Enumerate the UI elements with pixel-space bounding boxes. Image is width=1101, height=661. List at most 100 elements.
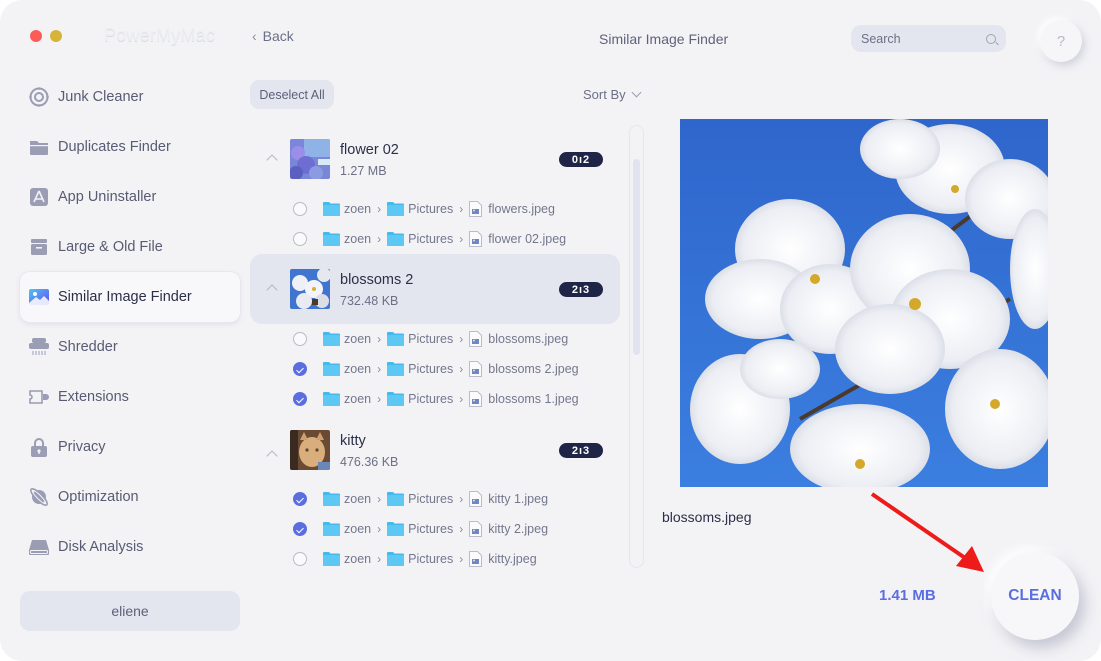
image-group[interactable]: flower 02 1.27 MB 0ı2 — [250, 124, 620, 194]
path-folder: zoen — [344, 362, 372, 376]
group-size: 476.36 KB — [340, 455, 399, 469]
file-row[interactable]: zoen › Pictures › blossoms 2.jpeg — [250, 354, 620, 384]
file-row[interactable]: zoen › Pictures › blossoms 1.jpeg — [250, 384, 620, 414]
path-folder: zoen — [344, 522, 372, 536]
folder-icon — [387, 492, 405, 506]
sidebar-item-extensions[interactable]: Extensions — [20, 372, 240, 422]
file-checkbox[interactable] — [293, 552, 307, 566]
path-folder: Pictures — [408, 232, 454, 246]
chevron-down-icon — [631, 87, 642, 98]
sidebar-item-label: Disk Analysis — [58, 539, 144, 555]
scrollbar-thumb[interactable] — [633, 159, 640, 355]
search-box[interactable] — [851, 25, 1006, 52]
group-size: 732.48 KB — [340, 294, 399, 308]
path-separator: › — [377, 362, 382, 376]
sidebar-item-privacy[interactable]: Privacy — [20, 422, 240, 472]
collapse-chevron-icon[interactable] — [266, 154, 278, 166]
group-size: 1.27 MB — [340, 164, 387, 178]
image-group[interactable]: kitty 476.36 KB 2ı3 — [250, 424, 620, 484]
path-separator: › — [459, 392, 464, 406]
folder-icon — [323, 232, 340, 246]
folder-icon — [323, 522, 340, 536]
path-folder: Pictures — [408, 202, 454, 216]
file-checkbox[interactable] — [293, 202, 307, 216]
disk-icon — [28, 536, 50, 558]
sidebar: Junk Cleaner Duplicates Finder App Unins… — [20, 72, 240, 572]
image-file-icon — [469, 361, 483, 377]
sidebar-item-shredder[interactable]: Shredder — [20, 322, 240, 372]
clean-button[interactable]: CLEAN — [991, 552, 1079, 640]
deselect-all-button[interactable]: Deselect All — [250, 80, 334, 109]
search-input[interactable] — [861, 31, 981, 46]
path-separator: › — [377, 392, 382, 406]
sidebar-item-label: Extensions — [58, 389, 129, 405]
sidebar-item-disk-analysis[interactable]: Disk Analysis — [20, 522, 240, 572]
search-icon — [986, 33, 996, 44]
sort-by-label: Sort By — [583, 87, 626, 102]
back-button[interactable]: ‹ Back — [252, 28, 294, 44]
folder-icon — [323, 362, 340, 376]
similar-images-list: flower 02 1.27 MB 0ı2 zoen › Pictures › … — [250, 124, 620, 568]
sidebar-item-similar-image-finder[interactable]: Similar Image Finder — [20, 272, 240, 322]
file-checkbox[interactable] — [293, 332, 307, 346]
path-separator: › — [459, 362, 464, 376]
file-checkbox[interactable] — [293, 522, 307, 536]
page-title: Similar Image Finder — [599, 31, 729, 47]
shredder-icon — [28, 336, 50, 358]
path-folder: zoen — [344, 492, 372, 506]
file-checkbox[interactable] — [293, 362, 307, 376]
image-file-icon — [469, 331, 483, 347]
sidebar-item-large-old-file[interactable]: Large & Old File — [20, 222, 240, 272]
file-row[interactable]: zoen › Pictures › blossoms.jpeg — [250, 324, 620, 354]
list-scrollbar[interactable] — [629, 125, 644, 568]
image-file-icon — [469, 491, 483, 507]
file-row[interactable]: zoen › Pictures › kitty.jpeg — [250, 544, 620, 568]
folder-icon — [387, 232, 405, 246]
path-folder: zoen — [344, 332, 372, 346]
path-folder: zoen — [344, 552, 372, 566]
close-window-button[interactable] — [30, 30, 42, 42]
sidebar-item-duplicates-finder[interactable]: Duplicates Finder — [20, 122, 240, 172]
path-separator: › — [377, 552, 382, 566]
help-button[interactable]: ? — [1040, 20, 1082, 62]
image-group[interactable]: blossoms 2 732.48 KB 2ı3 — [250, 254, 620, 324]
file-checkbox[interactable] — [293, 232, 307, 246]
planet-icon — [28, 486, 50, 508]
file-checkbox[interactable] — [293, 492, 307, 506]
collapse-chevron-icon[interactable] — [266, 450, 278, 462]
path-separator: › — [459, 232, 464, 246]
minimize-window-button[interactable] — [50, 30, 62, 42]
path-folder: Pictures — [408, 332, 454, 346]
path-separator: › — [459, 202, 464, 216]
sidebar-item-label: Shredder — [58, 339, 118, 355]
folder-icon — [323, 552, 340, 566]
sort-by-dropdown[interactable]: Sort By — [583, 87, 642, 102]
path-separator: › — [377, 492, 382, 506]
user-account-button[interactable]: eliene — [20, 591, 240, 631]
folder-icon — [387, 392, 405, 406]
file-checkbox[interactable] — [293, 392, 307, 406]
file-row[interactable]: zoen › Pictures › kitty 1.jpeg — [250, 484, 620, 514]
file-name: flowers.jpeg — [488, 202, 555, 216]
sidebar-item-label: Similar Image Finder — [58, 289, 192, 305]
file-name: blossoms 1.jpeg — [488, 392, 579, 406]
folder-icon — [28, 136, 50, 158]
app-brand: PowerMyMac — [104, 25, 216, 45]
sidebar-item-app-uninstaller[interactable]: App Uninstaller — [20, 172, 240, 222]
annotation-arrow-icon — [870, 492, 984, 572]
selection-count-badge: 2ı3 — [559, 443, 603, 458]
image-file-icon — [469, 391, 483, 407]
path-separator: › — [459, 332, 464, 346]
file-row[interactable]: zoen › Pictures › kitty 2.jpeg — [250, 514, 620, 544]
path-separator: › — [377, 332, 382, 346]
preview-filename: blossoms.jpeg — [662, 509, 752, 525]
sidebar-item-junk-cleaner[interactable]: Junk Cleaner — [20, 72, 240, 122]
path-folder: zoen — [344, 202, 372, 216]
folder-icon — [387, 202, 405, 216]
sidebar-item-optimization[interactable]: Optimization — [20, 472, 240, 522]
file-row[interactable]: zoen › Pictures › flowers.jpeg — [250, 194, 620, 224]
path-separator: › — [377, 232, 382, 246]
path-folder: zoen — [344, 232, 372, 246]
file-row[interactable]: zoen › Pictures › flower 02.jpeg — [250, 224, 620, 254]
collapse-chevron-icon[interactable] — [266, 284, 278, 296]
